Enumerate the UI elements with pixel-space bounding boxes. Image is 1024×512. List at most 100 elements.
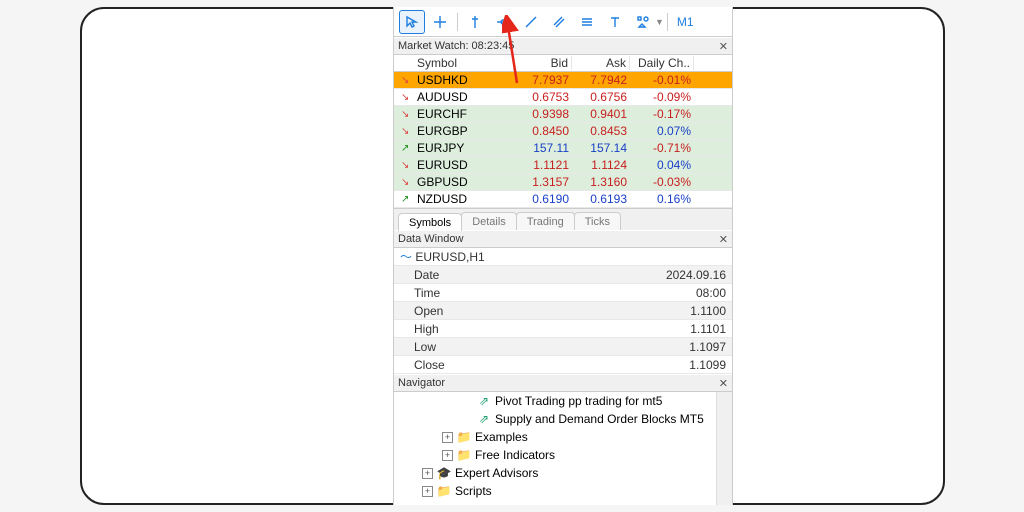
field-key: Close <box>414 358 445 372</box>
script-icon: 📁 <box>437 484 451 498</box>
field-key: Time <box>414 286 440 300</box>
change-cell: -0.17% <box>630 107 694 121</box>
folder-icon: 📁 <box>457 430 471 444</box>
tab-trading[interactable]: Trading <box>516 212 575 230</box>
equidistant-channel-tool[interactable] <box>546 10 572 34</box>
navigator-label: Supply and Demand Order Blocks MT5 <box>495 412 704 426</box>
expand-icon[interactable]: + <box>442 450 453 461</box>
market-watch-row[interactable]: ↘GBPUSD1.31571.3160-0.03% <box>394 174 732 191</box>
field-value: 08:00 <box>696 286 726 300</box>
symbol-cell: GBPUSD <box>414 175 514 189</box>
market-watch-title: Market Watch: 08:23:45 <box>398 40 514 52</box>
field-key: Low <box>414 340 436 354</box>
ask-cell: 0.9401 <box>572 107 630 121</box>
navigator-label: Expert Advisors <box>455 466 538 480</box>
field-key: Date <box>414 268 439 282</box>
data-window-field: Low 1.1097 <box>394 338 732 356</box>
navigator-item[interactable]: +📁Scripts <box>394 482 732 500</box>
drawing-toolbar: ▼ M1 <box>394 7 732 37</box>
data-window-field: Open1.1100 <box>394 302 732 320</box>
timeframe-button[interactable]: M1 <box>671 12 700 32</box>
symbol-cell: NZDUSD <box>414 192 514 206</box>
navigator-item[interactable]: +📁Examples <box>394 428 732 446</box>
indicator-icon: ⇗ <box>477 394 491 408</box>
bid-cell: 0.8450 <box>514 124 572 138</box>
bid-cell: 0.9398 <box>514 107 572 121</box>
col-change[interactable]: Daily Ch.. <box>630 56 694 70</box>
chart-icon: 〜 <box>400 250 412 264</box>
fibonacci-tool[interactable] <box>574 10 600 34</box>
change-cell: -0.71% <box>630 141 694 155</box>
close-icon[interactable]: ✕ <box>719 40 728 53</box>
crosshair-tool[interactable] <box>427 10 453 34</box>
expand-icon[interactable]: + <box>422 468 433 479</box>
folder-icon: 📁 <box>457 448 471 462</box>
tab-ticks[interactable]: Ticks <box>574 212 621 230</box>
field-value: 1.1099 <box>689 358 726 372</box>
col-symbol[interactable]: Symbol <box>414 56 514 70</box>
market-watch-row[interactable]: ↘EURCHF0.93980.9401-0.17% <box>394 106 732 123</box>
change-cell: 0.16% <box>630 192 694 206</box>
market-watch-title-bar: Market Watch: 08:23:45 ✕ <box>394 37 732 55</box>
navigator-item[interactable]: ⇗ Supply and Demand Order Blocks MT5 <box>394 410 732 428</box>
horizontal-line-tool[interactable] <box>490 10 516 34</box>
data-window-field: Time 08:00 <box>394 284 732 302</box>
symbol-cell: EURUSD <box>414 158 514 172</box>
indicator-icon: ⇗ <box>477 412 491 426</box>
data-window-body: 〜 EURUSD,H1Date2024.09.16Time08:00Open1.… <box>394 248 732 374</box>
market-watch-row[interactable]: ↘EURGBP0.84500.84530.07% <box>394 123 732 140</box>
change-cell: -0.09% <box>630 90 694 104</box>
navigator-body: ⇗Pivot Trading pp trading for mt5⇗Supply… <box>394 392 732 505</box>
close-icon[interactable]: ✕ <box>719 233 728 246</box>
data-window-symbol-row[interactable]: 〜 EURUSD,H1 <box>394 248 732 266</box>
field-value: 1.1097 <box>689 340 726 354</box>
direction-icon: ↗ <box>398 143 414 154</box>
ask-cell: 1.3160 <box>572 175 630 189</box>
tab-symbols[interactable]: Symbols <box>398 213 462 231</box>
ask-cell: 0.6193 <box>572 192 630 206</box>
market-watch-row[interactable]: ↗EURJPY157.11157.14-0.71% <box>394 140 732 157</box>
expand-icon[interactable]: + <box>422 486 433 497</box>
col-bid[interactable]: Bid <box>514 56 572 70</box>
trendline-tool[interactable] <box>518 10 544 34</box>
app-panel: ▼ M1 Market Watch: 08:23:45 ✕ Symbol Bid… <box>393 7 733 505</box>
ask-cell: 1.1124 <box>572 158 630 172</box>
navigator-item[interactable]: +🎓Expert Advisors <box>394 464 732 482</box>
field-value: 1.1101 <box>690 322 726 336</box>
symbol-cell: EURJPY <box>414 141 514 155</box>
navigator-item[interactable]: +📁Free Indicators <box>394 446 732 464</box>
bid-cell: 1.3157 <box>514 175 572 189</box>
change-cell: -0.01% <box>630 73 694 87</box>
bid-cell: 0.6753 <box>514 90 572 104</box>
ask-cell: 0.8453 <box>572 124 630 138</box>
scrollbar[interactable] <box>716 392 732 505</box>
direction-icon: ↗ <box>398 194 414 205</box>
direction-icon: ↘ <box>398 160 414 171</box>
dropdown-caret-icon[interactable]: ▼ <box>655 17 664 27</box>
market-watch-row[interactable]: ↘USDHKD7.79377.7942-0.01% <box>394 72 732 89</box>
close-icon[interactable]: ✕ <box>719 377 728 390</box>
market-watch-body: ↘USDHKD7.79377.7942-0.01%↘AUDUSD0.67530.… <box>394 72 732 208</box>
market-watch-row[interactable]: ↘EURUSD1.11211.11240.04% <box>394 157 732 174</box>
text-tool[interactable] <box>602 10 628 34</box>
toolbar-divider <box>457 13 458 31</box>
symbol-cell: EURCHF <box>414 107 514 121</box>
vertical-line-tool[interactable] <box>462 10 488 34</box>
col-ask[interactable]: Ask <box>572 56 630 70</box>
data-window-field: High1.1101 <box>394 320 732 338</box>
change-cell: -0.03% <box>630 175 694 189</box>
change-cell: 0.07% <box>630 124 694 138</box>
data-window-title-bar: Data Window ✕ <box>394 230 732 248</box>
objects-tool[interactable] <box>630 10 656 34</box>
market-watch-row[interactable]: ↗NZDUSD0.61900.61930.16% <box>394 191 732 208</box>
direction-icon: ↘ <box>398 126 414 137</box>
expand-icon[interactable]: + <box>442 432 453 443</box>
cursor-tool[interactable] <box>399 10 425 34</box>
market-watch-tabs: SymbolsDetailsTradingTicks <box>394 208 732 230</box>
data-window-field: Close 1.1099 <box>394 356 732 374</box>
bid-cell: 157.11 <box>514 141 572 155</box>
tab-details[interactable]: Details <box>461 212 517 230</box>
market-watch-row[interactable]: ↘AUDUSD0.67530.6756-0.09% <box>394 89 732 106</box>
navigator-item[interactable]: ⇗Pivot Trading pp trading for mt5 <box>394 392 732 410</box>
market-watch-header: Symbol Bid Ask Daily Ch.. <box>394 55 732 72</box>
